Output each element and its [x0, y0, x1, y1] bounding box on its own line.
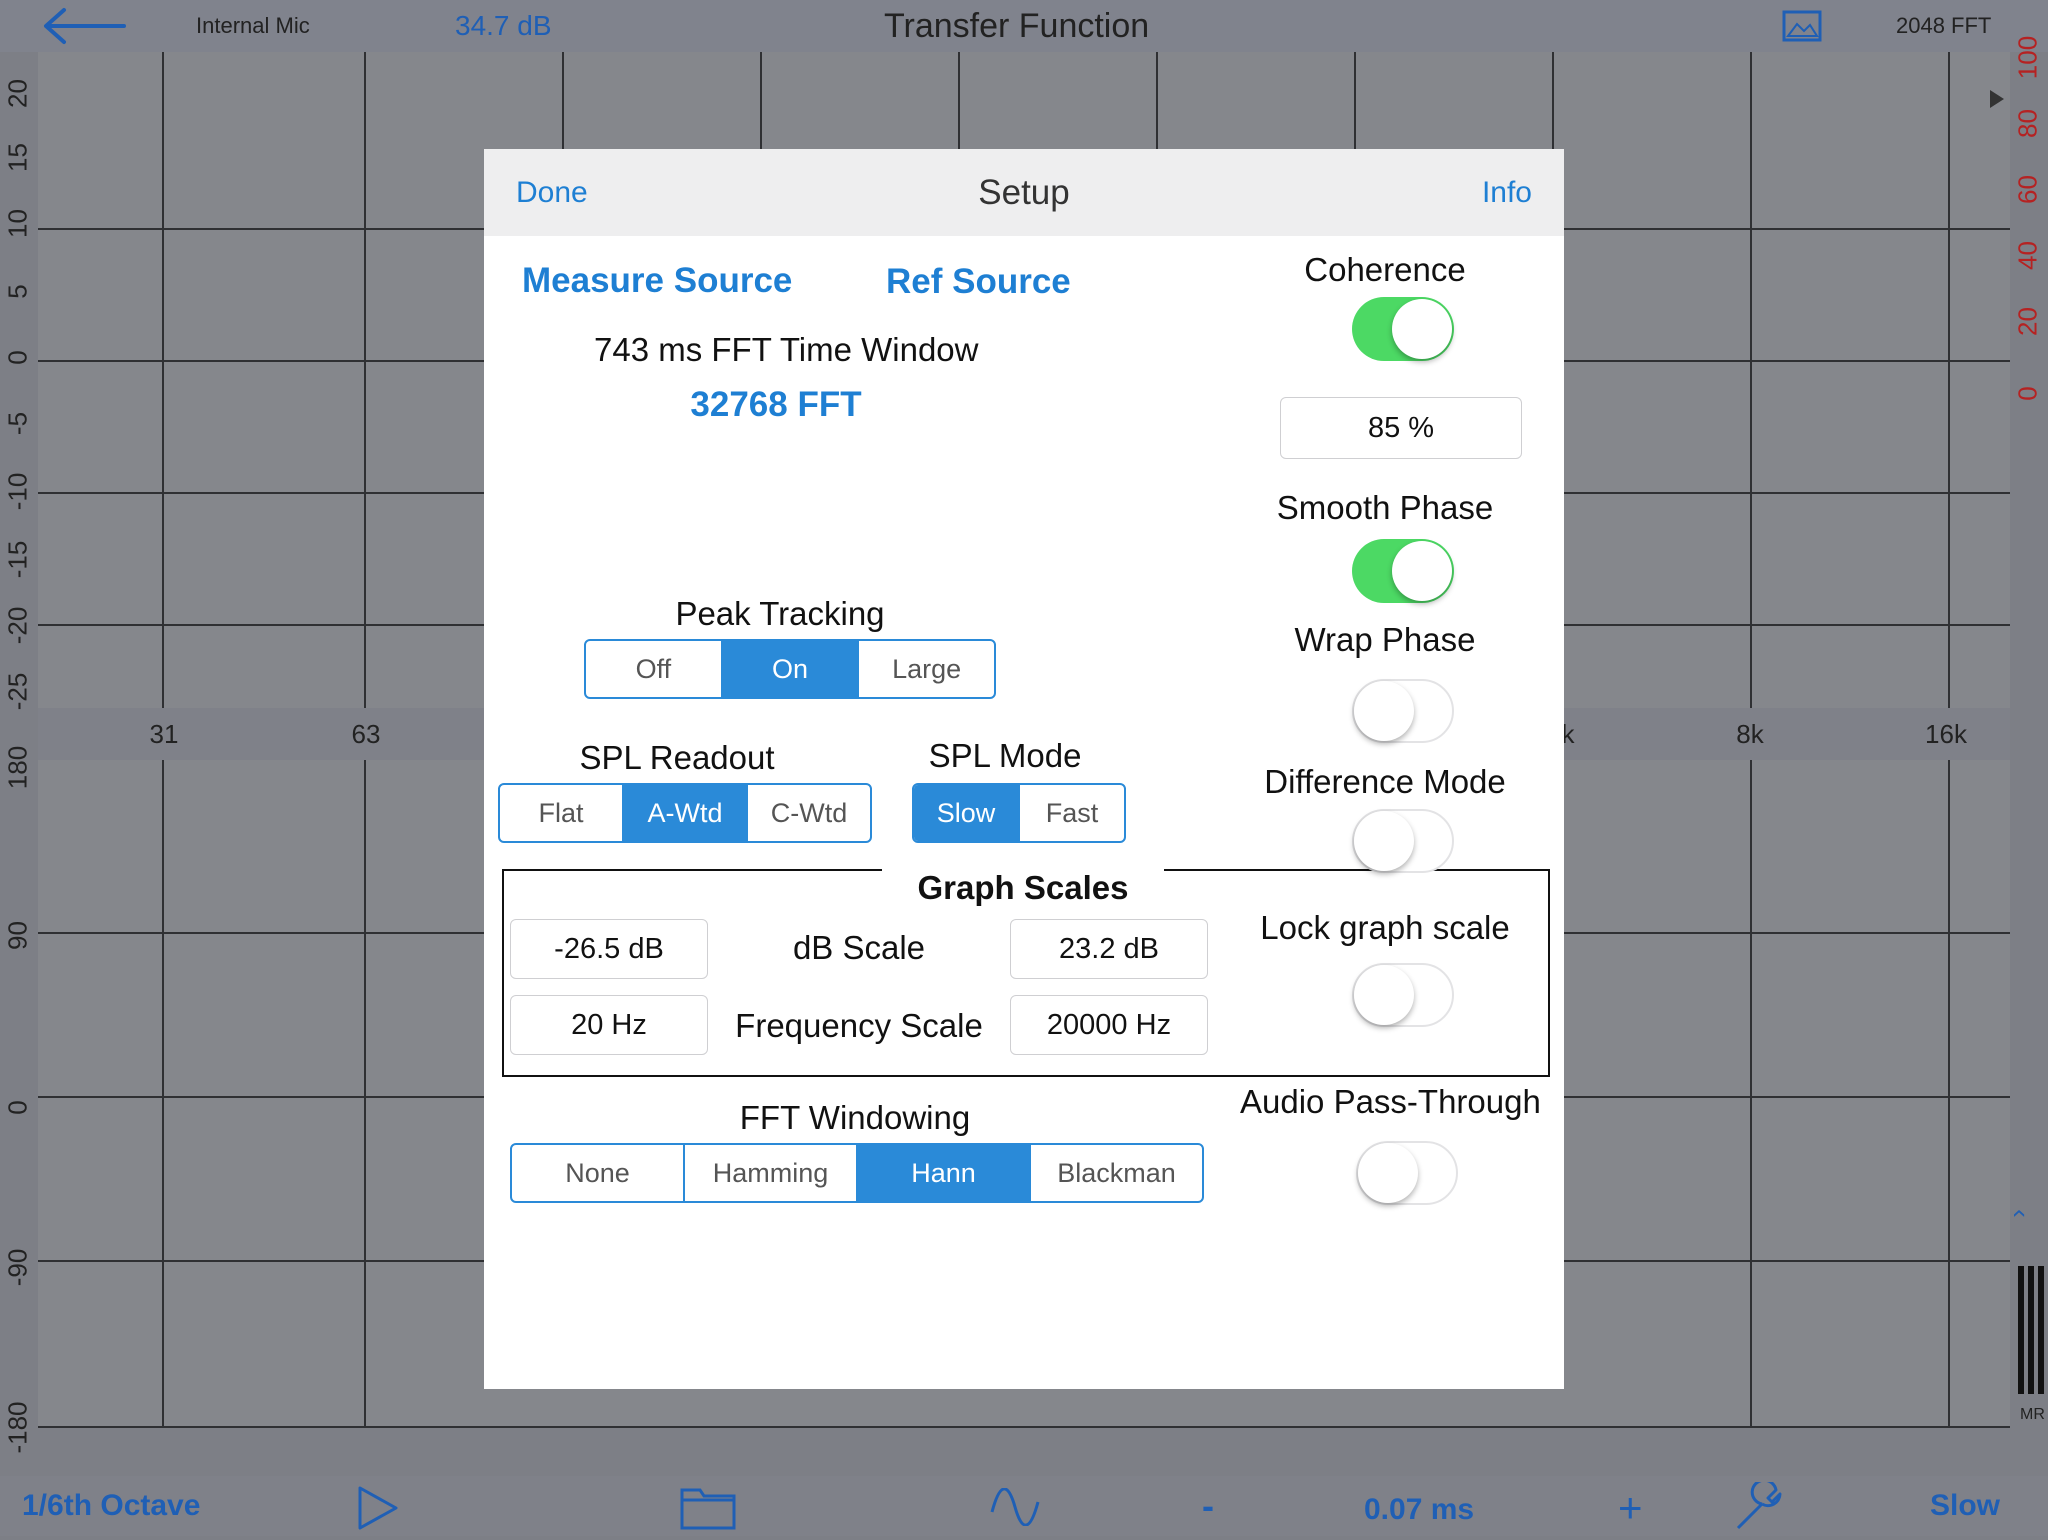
screenshot-icon[interactable]	[1782, 10, 1822, 42]
freq-label-16k: 16k	[1925, 719, 1967, 749]
difference-mode-label: Difference Mode	[1264, 763, 1506, 800]
wrap-phase-toggle[interactable]	[1352, 679, 1454, 743]
info-button[interactable]: Info	[1482, 149, 1532, 236]
spl-mode-slow[interactable]: Slow	[914, 785, 1020, 841]
delay-readout: 0.07 ms	[1364, 1493, 1475, 1526]
peak-tracking-large[interactable]: Large	[859, 641, 994, 697]
spl-readout-control: Flat A-Wtd C-Wtd	[498, 783, 872, 843]
freq-scale-label: Frequency Scale	[735, 1007, 983, 1044]
level-meter	[2018, 1266, 2044, 1394]
phase-label: -90	[2, 1248, 33, 1287]
fft-windowing-control: None Hamming Hann Blackman	[510, 1143, 1204, 1203]
coherence-toggle[interactable]	[1352, 297, 1454, 361]
fft-window-hann[interactable]: Hann	[858, 1145, 1031, 1201]
marker-triangle-icon[interactable]	[1990, 90, 2004, 108]
fft-windowing-label: FFT Windowing	[739, 1099, 971, 1136]
phase-label: 90	[2, 921, 33, 950]
peak-tracking-control: Off On Large	[584, 639, 996, 699]
coherence-label: 20	[2012, 307, 2043, 336]
audio-pass-through-toggle[interactable]	[1356, 1141, 1458, 1205]
freq-label-8k: 8k	[1736, 719, 1764, 749]
delay-minus-button[interactable]: -	[1202, 1476, 1214, 1536]
spl-mode-label: SPL Mode	[928, 737, 1082, 774]
peak-tracking-on[interactable]: On	[722, 641, 860, 697]
input-name[interactable]: Internal Mic	[196, 0, 310, 52]
fft-window-blackman[interactable]: Blackman	[1031, 1145, 1202, 1201]
smooth-phase-toggle[interactable]	[1352, 539, 1454, 603]
meter-collapse-icon[interactable]: ‹	[2005, 1209, 2036, 1218]
difference-mode-toggle[interactable]	[1352, 809, 1454, 873]
db-scale-max-field[interactable]: 23.2 dB	[1010, 919, 1208, 979]
fft-window-none[interactable]: None	[512, 1145, 685, 1201]
wrap-phase-label: Wrap Phase	[1294, 621, 1476, 658]
spl-readout-label: SPL Readout	[579, 739, 775, 776]
spl-readout-a-wtd[interactable]: A-Wtd	[624, 785, 748, 841]
dialog-title: Setup	[978, 173, 1070, 212]
spl-mode-control: Slow Fast	[912, 783, 1126, 843]
graph-scales-title: Graph Scales	[917, 869, 1129, 906]
signal-generator-icon[interactable]	[990, 1488, 1040, 1526]
coherence-threshold-field[interactable]: 85 %	[1280, 397, 1522, 459]
phase-label: 0	[2, 1100, 33, 1115]
lock-graph-scale-label: Lock graph scale	[1260, 909, 1510, 946]
coherence-label: 0	[2012, 386, 2043, 401]
dialog-header: Done Setup Info	[484, 149, 1564, 236]
peak-tracking-label: Peak Tracking	[675, 595, 885, 632]
octave-button[interactable]: 1/6th Octave	[22, 1476, 200, 1536]
averaging-speed-button[interactable]: Slow	[1930, 1476, 2000, 1536]
back-arrow-icon[interactable]	[40, 6, 126, 46]
fft-size-label[interactable]: 2048 FFT	[1896, 0, 1991, 52]
done-button[interactable]: Done	[516, 149, 588, 236]
mag-label: -25	[2, 672, 33, 711]
freq-label-63: 63	[351, 719, 381, 749]
ref-source-button[interactable]: Ref Source	[886, 262, 1071, 302]
db-scale-min-field[interactable]: -26.5 dB	[510, 919, 708, 979]
spl-readout-c-wtd[interactable]: C-Wtd	[748, 785, 870, 841]
window-title: Transfer Function	[884, 7, 1150, 45]
lock-graph-scale-toggle[interactable]	[1352, 963, 1454, 1027]
play-icon[interactable]	[356, 1484, 400, 1532]
peak-tracking-off[interactable]: Off	[586, 641, 723, 697]
fft-window-hamming[interactable]: Hamming	[685, 1145, 858, 1201]
folder-icon[interactable]	[680, 1484, 736, 1530]
wrench-icon[interactable]	[1732, 1482, 1788, 1532]
smooth-phase-label: Smooth Phase	[1276, 489, 1494, 526]
spl-readout-flat[interactable]: Flat	[500, 785, 624, 841]
measure-source-button[interactable]: Measure Source	[522, 261, 792, 301]
fft-size-button[interactable]: 32768 FFT	[594, 385, 958, 425]
freq-scale-max-field[interactable]: 20000 Hz	[1010, 995, 1208, 1055]
phase-label: -180	[2, 1401, 33, 1454]
time-window-label: 743 ms FFT Time Window	[594, 331, 979, 368]
coherence-label: Coherence	[1304, 251, 1466, 288]
db-scale-label: dB Scale	[792, 929, 926, 966]
setup-dialog: Done Setup Info Measure Source Ref Sourc…	[484, 149, 1564, 1389]
meter-label: MR	[2020, 1406, 2045, 1423]
level-readout: 34.7 dB	[455, 10, 552, 41]
top-bar: Internal Mic 34.7 dB Transfer Function 2…	[0, 0, 2048, 52]
freq-scale-min-field[interactable]: 20 Hz	[510, 995, 708, 1055]
audio-pass-through-label: Audio Pass-Through	[1240, 1083, 1541, 1120]
freq-label-31: 31	[149, 719, 179, 749]
phase-label: 180	[2, 745, 33, 790]
spl-mode-fast[interactable]: Fast	[1020, 785, 1124, 841]
bottom-toolbar: 1/6th Octave - 0.07 ms + Slow	[0, 1476, 2048, 1536]
delay-plus-button[interactable]: +	[1618, 1478, 1643, 1538]
